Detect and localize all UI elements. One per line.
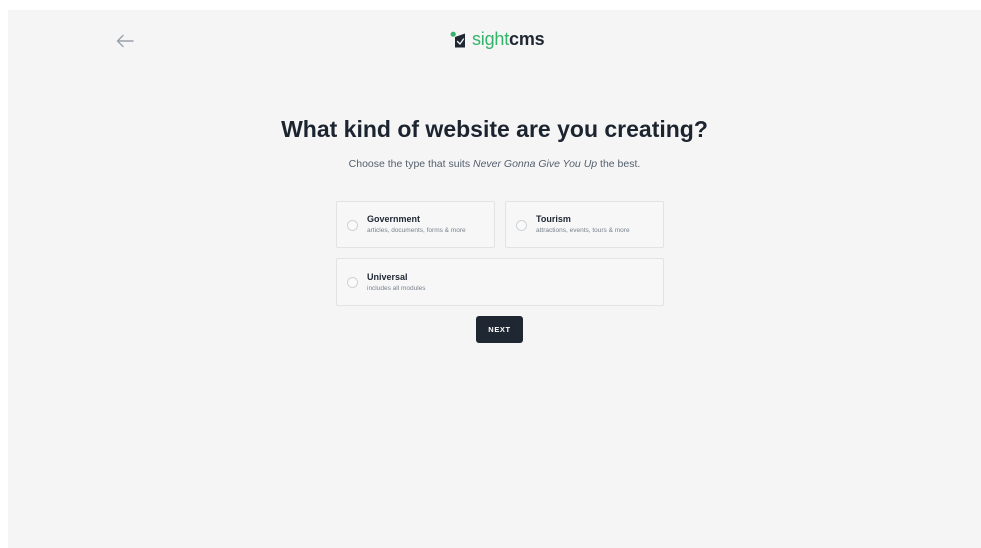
option-card-government[interactable]: Government articles, documents, forms & …: [336, 201, 495, 248]
sightcms-logo-icon: [450, 31, 465, 47]
project-name: Never Gonna Give You Up: [472, 158, 598, 170]
option-description: includes all modules: [367, 285, 426, 292]
option-name: Tourism: [536, 214, 571, 224]
next-button[interactable]: NEXT: [476, 316, 523, 343]
app-logo: sightcms: [450, 29, 545, 50]
option-description: articles, documents, forms & more: [367, 227, 466, 234]
option-card-tourism[interactable]: Tourism attractions, events, tours & mor…: [505, 201, 664, 248]
subtitle-text-after: the best.: [597, 158, 641, 170]
option-name: Government: [367, 214, 421, 224]
logo-text-cms: cms: [509, 29, 545, 49]
option-card-universal[interactable]: Universal includes all modules: [336, 258, 664, 306]
back-button[interactable]: [112, 28, 138, 54]
option-name: Universal: [367, 272, 408, 282]
page-subtitle: Choose the type that suits Never Gonna G…: [8, 158, 981, 170]
option-description: attractions, events, tours & more: [536, 227, 630, 234]
page-title: What kind of website are you creating?: [281, 116, 708, 142]
subtitle-text-before: Choose the type that suits: [348, 158, 473, 170]
app-frame: sightcms What kind of website are you cr…: [8, 10, 981, 548]
logo-text-sight: sight: [472, 29, 510, 49]
radio-tourism[interactable]: [516, 220, 527, 231]
radio-government[interactable]: [347, 220, 358, 231]
radio-universal[interactable]: [347, 277, 358, 288]
arrow-left-icon: [116, 34, 134, 48]
